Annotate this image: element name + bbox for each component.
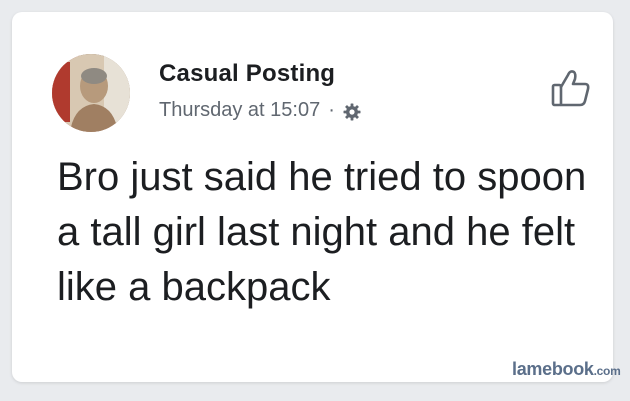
meta-separator: · bbox=[328, 99, 335, 121]
post-card: Casual Posting Thursday at 15:07 · Bro j… bbox=[12, 12, 621, 382]
watermark: lamebook.com bbox=[512, 359, 621, 380]
timestamp[interactable]: Thursday at 15:07 bbox=[159, 99, 320, 122]
avatar[interactable] bbox=[52, 54, 130, 132]
gear-icon[interactable] bbox=[343, 103, 361, 121]
watermark-suffix: .com bbox=[593, 364, 621, 378]
post-text: Bro just said he tried to spoon a tall g… bbox=[57, 155, 587, 309]
post-meta: Thursday at 15:07 · bbox=[159, 99, 361, 122]
author-name[interactable]: Casual Posting bbox=[159, 60, 335, 88]
avatar-image bbox=[52, 54, 130, 132]
watermark-main: lamebook bbox=[512, 359, 594, 379]
thumbs-up-icon[interactable] bbox=[550, 67, 592, 109]
